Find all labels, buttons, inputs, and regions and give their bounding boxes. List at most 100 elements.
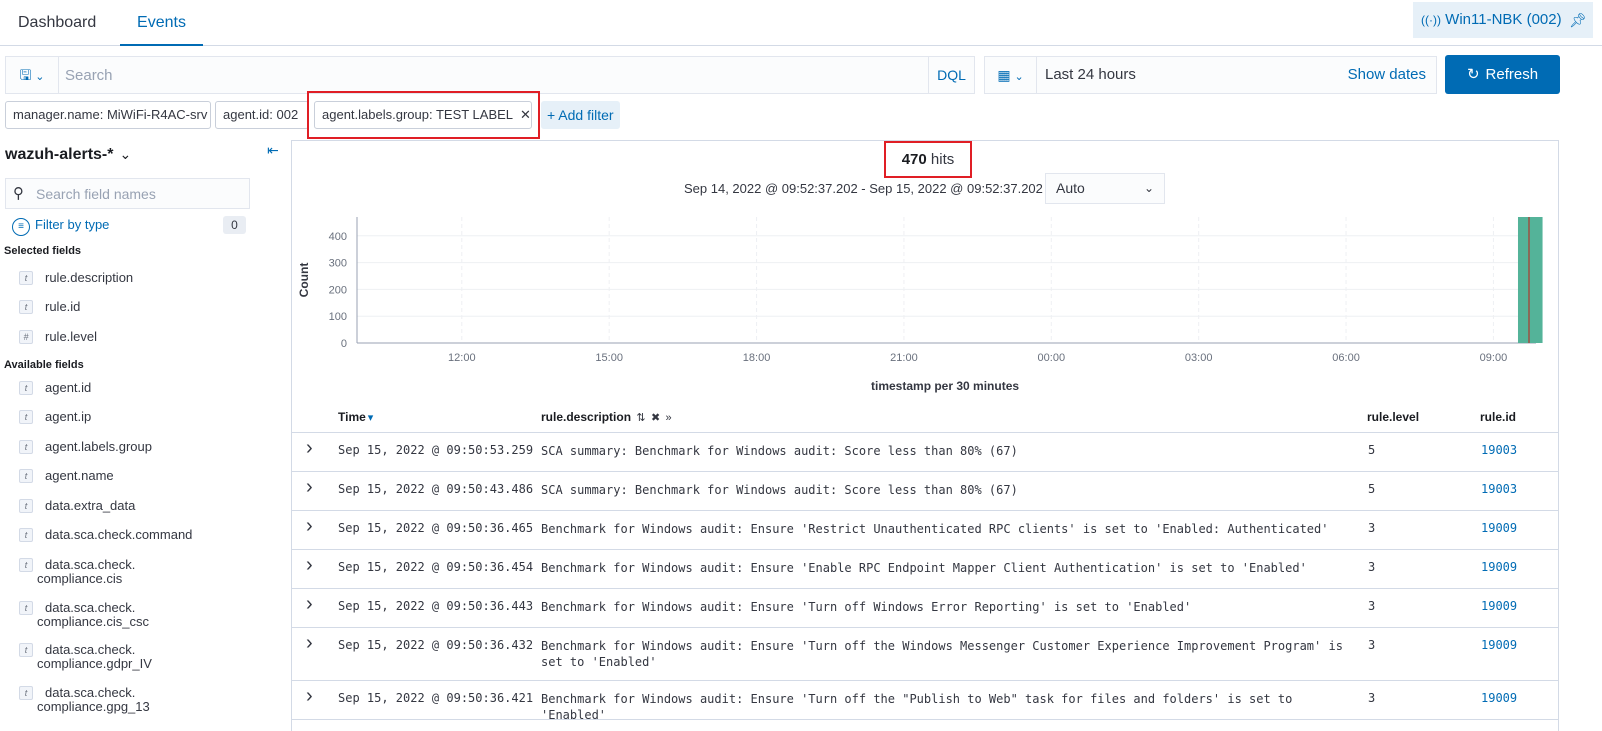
field-search: ⚲: [5, 178, 250, 209]
field-item[interactable]: t agent.id: [19, 381, 91, 395]
field-name: data.sca.check.command: [45, 527, 193, 542]
column-description-header[interactable]: rule.description ⇅ ✖ »: [541, 410, 672, 424]
expand-row-icon[interactable]: ›: [306, 685, 313, 708]
filter-pill[interactable]: manager.name: MiWiFi-R4AC-srv: [5, 101, 211, 129]
cell-rule-id-link[interactable]: 19009: [1481, 638, 1517, 652]
field-name: rule.id: [45, 299, 81, 314]
save-icon: 🖫︎: [19, 67, 32, 83]
field-item[interactable]: t agent.labels.group: [19, 440, 152, 454]
index-pattern-selector[interactable]: wazuh-alerts-* ⌄: [5, 146, 131, 164]
field-search-input[interactable]: [34, 181, 244, 206]
field-item[interactable]: t data.sca.check. compliance.gdpr_IV: [19, 643, 152, 671]
y-tick-label: 0: [341, 338, 347, 350]
sort-icon[interactable]: ⇅: [636, 412, 645, 424]
calendar-button[interactable]: ▦ ⌄: [985, 57, 1037, 93]
add-filter-button[interactable]: + Add filter: [541, 101, 620, 129]
remove-column-icon[interactable]: ✖: [651, 412, 660, 424]
signal-icon: ((·)): [1421, 13, 1441, 27]
table-row[interactable]: › Sep 15, 2022 @ 09:50:36.465 Benchmark fo…: [292, 511, 1558, 550]
collapse-sidebar-icon[interactable]: ⇤: [267, 142, 279, 159]
date-picker: ▦ ⌄ Last 24 hours Show dates: [984, 56, 1437, 94]
column-description-label: rule.description: [541, 410, 632, 424]
filter-by-type-button[interactable]: ≡ Filter by type: [12, 217, 109, 236]
cell-rule-id-link[interactable]: 19003: [1481, 482, 1517, 496]
top-navigation: Dashboard Events ((·)) Win11-NBK (002) 📌…: [0, 0, 1602, 46]
field-item[interactable]: t agent.ip: [19, 410, 91, 424]
sort-down-icon[interactable]: ▾: [368, 412, 374, 424]
cell-level: 3: [1368, 691, 1376, 705]
refresh-button[interactable]: ↻ Refresh: [1445, 55, 1560, 94]
field-name: data.sca.check.: [45, 600, 136, 615]
table-row[interactable]: › Sep 15, 2022 @ 09:50:36.432 Benchmark fo…: [292, 628, 1558, 681]
cell-description: Benchmark for Windows audit: Ensure 'Tur…: [541, 600, 1192, 614]
table-row[interactable]: › Sep 15, 2022 @ 09:50:36.443 Benchmark fo…: [292, 589, 1558, 628]
show-dates-link[interactable]: Show dates: [1348, 57, 1426, 93]
column-level-header[interactable]: rule.level: [1367, 410, 1419, 424]
cell-time: Sep 15, 2022 @ 09:50:36.421: [338, 691, 534, 705]
number-type-icon: #: [19, 330, 33, 344]
chevron-down-icon: ⌄: [119, 146, 132, 162]
column-time-header[interactable]: Time ▾: [338, 410, 373, 424]
agent-selector-button[interactable]: ((·)) Win11-NBK (002) 📌︎: [1413, 2, 1593, 38]
cell-rule-id-link[interactable]: 19009: [1481, 599, 1517, 613]
cell-time: Sep 15, 2022 @ 09:50:43.486: [338, 482, 534, 496]
expand-row-icon[interactable]: ›: [306, 554, 313, 577]
expand-row-icon[interactable]: ›: [306, 476, 313, 499]
field-item[interactable]: t rule.description: [19, 271, 133, 285]
cell-level: 3: [1368, 521, 1376, 535]
table-row[interactable]: › Sep 15, 2022 @ 09:50:43.486 SCA summary:…: [292, 472, 1558, 511]
field-item[interactable]: t agent.name: [19, 469, 114, 483]
x-tick-label: 21:00: [890, 352, 918, 364]
cell-description: Benchmark for Windows audit: Ensure 'Tur…: [541, 639, 1343, 669]
field-name: data.extra_data: [45, 498, 136, 513]
field-sidebar: wazuh-alerts-* ⌄ ⇤ ⚲ ≡ Filter by type 0 Se…: [0, 140, 290, 731]
cell-rule-id-link[interactable]: 19009: [1481, 521, 1517, 535]
pin-icon[interactable]: 📌︎: [1569, 2, 1587, 38]
tab-events[interactable]: Events: [120, 0, 203, 46]
expand-row-icon[interactable]: ›: [306, 515, 313, 538]
field-name: rule.description: [45, 270, 134, 285]
field-item[interactable]: # rule.level: [19, 330, 97, 344]
string-type-icon: t: [19, 601, 33, 615]
field-item[interactable]: t data.extra_data: [19, 499, 135, 513]
field-item[interactable]: t data.sca.check. compliance.gpg_13: [19, 686, 150, 714]
x-tick-label: 06:00: [1332, 352, 1360, 364]
table-row[interactable]: › Sep 15, 2022 @ 09:50:36.454 Benchmark fo…: [292, 550, 1558, 589]
tab-dashboard[interactable]: Dashboard: [18, 0, 96, 46]
hits-label: hits: [930, 151, 955, 168]
refresh-icon: ↻: [1466, 66, 1480, 83]
expand-row-icon[interactable]: ›: [306, 437, 313, 460]
filter-pill[interactable]: agent.id: 002: [215, 101, 309, 129]
field-item[interactable]: t data.sca.check.command: [19, 528, 192, 542]
field-name-continued: compliance.gpg_13: [37, 699, 150, 714]
field-name: data.sca.check.: [45, 685, 136, 700]
expand-row-icon[interactable]: ›: [306, 593, 313, 616]
cell-level: 3: [1368, 638, 1376, 652]
query-language-button[interactable]: DQL: [928, 57, 974, 93]
search-input[interactable]: [61, 58, 931, 92]
agent-label: Win11-NBK (002): [1445, 11, 1562, 28]
cell-rule-id-link[interactable]: 19003: [1481, 443, 1517, 457]
move-right-icon[interactable]: »: [666, 412, 672, 424]
column-id-header[interactable]: rule.id: [1480, 410, 1516, 424]
saved-query-button[interactable]: 🖫︎ ⌄: [6, 57, 59, 93]
y-tick-label: 100: [329, 311, 347, 323]
date-range-label[interactable]: Last 24 hours: [1045, 57, 1136, 93]
cell-rule-id-link[interactable]: 19009: [1481, 691, 1517, 705]
cell-description: Benchmark for Windows audit: Ensure 'Tur…: [541, 692, 1293, 722]
string-type-icon: t: [19, 271, 33, 285]
field-item[interactable]: t data.sca.check. compliance.cis: [19, 558, 135, 586]
table-row[interactable]: › Sep 15, 2022 @ 09:50:53.259 SCA summary:…: [292, 433, 1558, 472]
field-name-continued: compliance.gdpr_IV: [37, 656, 152, 671]
field-item[interactable]: t data.sca.check. compliance.cis_csc: [19, 601, 149, 629]
field-item[interactable]: t rule.id: [19, 300, 80, 314]
x-tick-label: 09:00: [1480, 352, 1508, 364]
cell-rule-id-link[interactable]: 19009: [1481, 560, 1517, 574]
string-type-icon: t: [19, 381, 33, 395]
string-type-icon: t: [19, 410, 33, 424]
table-row[interactable]: › Sep 15, 2022 @ 09:50:36.421 Benchmark fo…: [292, 681, 1558, 722]
field-name: data.sca.check.: [45, 642, 136, 657]
expand-row-icon[interactable]: ›: [306, 632, 313, 655]
interval-select[interactable]: Auto ⌄: [1045, 173, 1165, 204]
y-tick-label: 400: [329, 231, 347, 243]
